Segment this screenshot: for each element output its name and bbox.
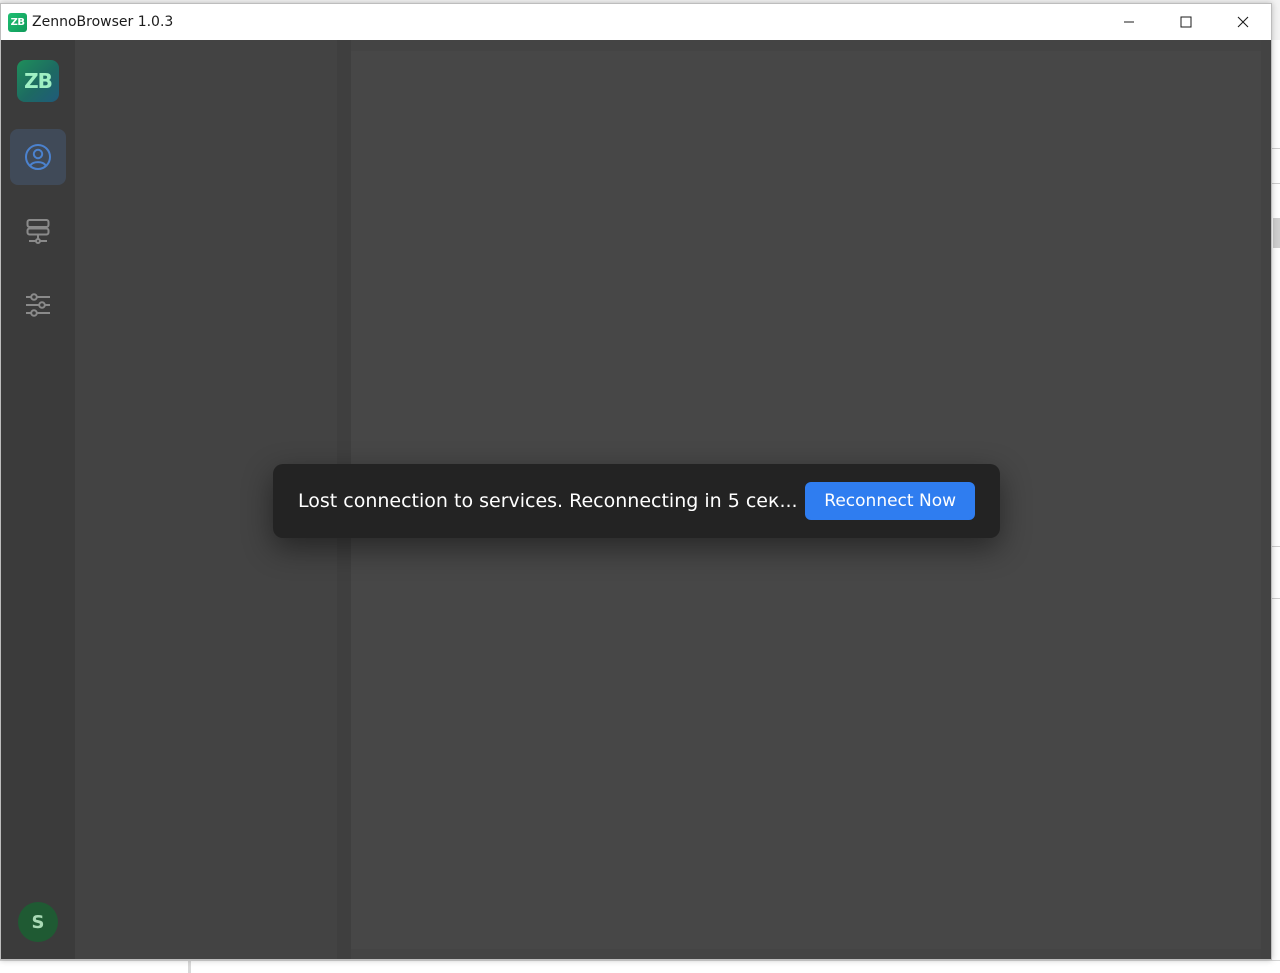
minimize-button[interactable] [1100, 4, 1157, 40]
minimize-icon [1123, 21, 1134, 23]
window-title: ZennoBrowser 1.0.3 [32, 14, 174, 30]
desktop-background-strip [0, 960, 1280, 973]
sidebar-item-profiles[interactable] [10, 129, 66, 185]
app-logo-icon: ZB [8, 12, 27, 32]
toast-message: Lost connection to services. Reconnectin… [298, 490, 798, 512]
title-bar[interactable]: ZB ZennoBrowser 1.0.3 [1, 4, 1271, 40]
server-network-icon [26, 219, 50, 244]
user-circle-icon [25, 144, 51, 170]
close-button[interactable] [1214, 4, 1271, 40]
brand-logo-icon[interactable]: ZB [17, 60, 59, 102]
app-window: ZB ZennoBrowser 1.0.3 ZB S Lost connecti… [0, 3, 1272, 960]
background-line [1272, 598, 1280, 599]
background-line [1272, 183, 1280, 184]
background-block [1273, 218, 1280, 248]
sliders-icon [26, 293, 50, 317]
window-controls [1100, 4, 1271, 40]
maximize-button[interactable] [1157, 4, 1214, 40]
desktop-right-edge [1272, 40, 1280, 960]
close-icon [1237, 16, 1248, 28]
main-border [1261, 40, 1271, 959]
sidebar: ZB S [1, 40, 75, 959]
background-line [1272, 148, 1280, 149]
reconnect-now-button[interactable]: Reconnect Now [805, 482, 975, 520]
sidebar-item-proxies[interactable] [10, 203, 66, 259]
connection-lost-toast: Lost connection to services. Reconnectin… [273, 464, 1000, 538]
maximize-icon [1180, 16, 1191, 28]
sidebar-item-settings[interactable] [10, 277, 66, 333]
background-line [1272, 546, 1280, 547]
user-avatar[interactable]: S [18, 902, 58, 942]
background-divider [188, 961, 191, 973]
